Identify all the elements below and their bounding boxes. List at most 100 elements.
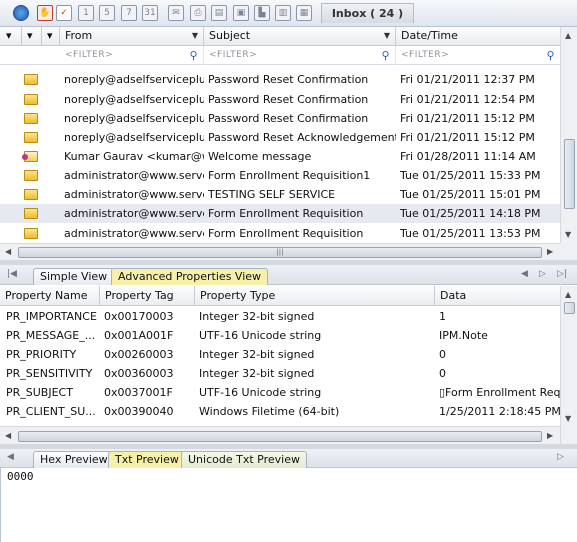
inbox-tab[interactable]: Inbox ( 24 ) [321,3,414,23]
tab-hex-preview[interactable]: Hex Preview [33,451,115,468]
calendar-check-icon[interactable]: ✓ [56,5,72,21]
mail-subject: Password Reset Confirmation [208,112,369,125]
scroll-left-icon[interactable]: ◀ [5,247,11,256]
mail-grid-header: ▾ ▾ ▾ From ▼ Subject ▼ Date/Time [0,27,560,46]
mail-row[interactable]: Kumar Gaurav <kumar@ww... Welcome message… [0,147,560,166]
mail-row[interactable]: noreply@adselfserviceplus.... Password Re… [0,128,560,147]
mail-row[interactable]: administrator@www.server8... Form Enrollm… [0,224,560,243]
lock-icon[interactable]: ▥ [275,5,291,21]
refresh-icon[interactable] [13,5,29,21]
property-row[interactable]: PR_SUBJECT 0x0037001F UTF-16 Unicode strin… [0,383,560,402]
day-1-icon[interactable]: 1 [78,5,94,21]
scroll-thumb[interactable] [564,302,575,314]
text-preview-pane[interactable]: 0000 [0,468,577,542]
date-filter-input[interactable]: <FILTER> ⚲ [396,46,560,65]
tab-advanced-properties-view[interactable]: Advanced Properties View [111,268,269,285]
column-property-type[interactable]: Property Type [195,286,435,306]
print-preview-icon[interactable]: ▤ [211,5,227,21]
from-filter-input[interactable]: <FILTER> ⚲ [60,46,204,65]
property-row[interactable]: PR_IMPORTANCE 0x00170003 Integer 32-bit si… [0,307,560,326]
mail-from: administrator@www.server8... [64,188,204,201]
column-menu-3[interactable]: ▾ [42,27,60,46]
property-horizontal-scrollbar[interactable]: ◀ ▶ [0,426,560,444]
mail-row[interactable]: noreply@adselfserviceplus.... Password Re… [0,109,560,128]
column-data[interactable]: Data [435,286,560,306]
property-tag: 0x00390040 [104,405,174,418]
scroll-up-icon[interactable]: ▲ [565,31,571,40]
subject-filter-placeholder: <FILTER> [209,50,258,60]
property-row[interactable]: PR_PRIORITY 0x00260003 Integer 32-bit sign… [0,345,560,364]
scroll-thumb[interactable] [18,431,542,442]
search-icon[interactable]: ⚲ [546,47,555,65]
mail-date: Fri 01/21/2011 12:54 PM [400,93,535,106]
day-31-icon[interactable]: 31 [142,5,158,21]
mail-horizontal-scrollbar[interactable]: ◀ ||| ▶ [0,243,560,260]
day-7-icon[interactable]: 7 [121,5,137,21]
tab-advanced-properties-view-label: Advanced Properties View [118,270,262,283]
subject-filter-input[interactable]: <FILTER> ⚲ [204,46,396,65]
envelope-icon [24,74,38,85]
scroll-thumb[interactable] [564,139,575,209]
mail-icon[interactable]: ✉ [168,5,184,21]
mail-row[interactable]: noreply@adselfserviceplus.... Password Re… [0,70,560,89]
save-icon[interactable]: ▣ [233,5,249,21]
prev-tab-icon[interactable]: ◀ [7,452,14,462]
column-property-tag[interactable]: Property Tag [100,286,195,306]
property-data: 0 [439,348,446,361]
scroll-down-icon[interactable]: ▼ [565,414,571,423]
scroll-up-icon[interactable]: ▲ [565,290,571,299]
tab-unicode-txt-preview-label: Unicode Txt Preview [188,453,300,466]
property-name: PR_SUBJECT [6,386,73,399]
column-menu-2[interactable]: ▾ [22,27,42,46]
envelope-icon [24,113,38,124]
property-data: IPM.Note [439,329,488,342]
tab-txt-preview[interactable]: Txt Preview [108,451,186,468]
envelope-icon [24,132,38,143]
scroll-down-icon[interactable]: ▼ [565,230,571,239]
column-subject[interactable]: Subject ▼ [204,27,396,46]
search-icon[interactable]: ⚲ [381,47,390,65]
mail-row[interactable]: noreply@adselfserviceplus.... Password Re… [0,90,560,109]
hand-icon[interactable]: ✋ [37,5,53,21]
scroll-left-icon[interactable]: ◀ [5,431,11,440]
next-tab-icon[interactable]: ▷ [557,452,564,462]
property-data: 1/25/2011 2:18:45 PM [439,405,560,418]
mail-subject: Password Reset Confirmation [208,73,369,86]
scroll-right-icon[interactable]: ▶ [547,247,553,256]
mail-row-selected[interactable]: administrator@www.server8... Form Enrollm… [0,204,560,223]
scroll-thumb[interactable]: ||| [18,247,542,258]
column-from[interactable]: From ▼ [60,27,204,46]
column-datetime-label: Date/Time [401,29,458,42]
property-vertical-scrollbar[interactable]: ▲ ▼ [560,286,577,444]
column-property-tag-label: Property Tag [105,289,174,302]
scroll-right-icon[interactable]: ▶ [547,431,553,440]
bookmark-icon[interactable]: ▙ [254,5,270,21]
mail-from: noreply@adselfserviceplus.... [64,112,204,125]
mail-subject: Form Enrollment Requisition [208,207,364,220]
property-row[interactable]: PR_SENSITIVITY 0x00360003 Integer 32-bit s… [0,364,560,383]
column-menu-1[interactable]: ▾ [0,27,22,46]
mail-date: Fri 01/21/2011 12:37 PM [400,73,535,86]
mail-row[interactable]: administrator@www.server8... Form Enrollm… [0,166,560,185]
property-row[interactable]: PR_MESSAGE_... 0x001A001F UTF-16 Unicode s… [0,326,560,345]
mail-vertical-scrollbar[interactable]: ▲ ▼ [560,27,577,260]
date-filter-placeholder: <FILTER> [401,50,450,60]
envelope-icon [24,94,38,105]
column-datetime[interactable]: Date/Time [396,27,560,46]
column-subject-label: Subject [209,29,251,42]
mail-row[interactable]: administrator@www.server8... TESTING SELF… [0,185,560,204]
day-5-icon[interactable]: 5 [99,5,115,21]
envelope-icon [24,228,38,239]
tab-unicode-txt-preview[interactable]: Unicode Txt Preview [181,451,307,468]
column-property-name[interactable]: Property Name [0,286,100,306]
export-icon[interactable]: ▦ [296,5,312,21]
tab-simple-view[interactable]: Simple View [33,268,115,285]
property-tag: 0x0037001F [104,386,173,399]
last-tab-icon[interactable]: ▷| [557,269,567,279]
search-icon[interactable]: ⚲ [189,47,198,65]
property-row[interactable]: PR_CLIENT_SU... 0x00390040 Windows Filetim… [0,402,560,421]
print-icon[interactable]: ⎙ [190,5,206,21]
next-tab-icon[interactable]: ▷ [539,269,546,279]
prev-tab-icon[interactable]: ◀ [521,269,528,279]
first-tab-icon[interactable]: |◀ [7,269,17,279]
